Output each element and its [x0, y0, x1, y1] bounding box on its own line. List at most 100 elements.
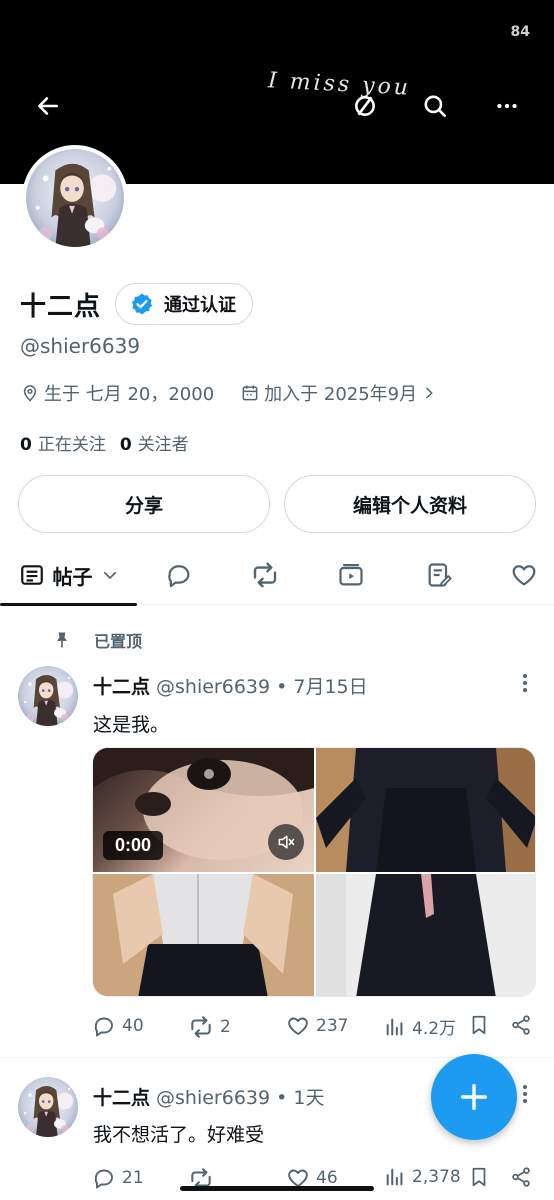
media-image-2[interactable] — [316, 748, 535, 872]
edit-profile-button[interactable]: 编辑个人资料 — [284, 475, 536, 533]
bookmark-icon — [472, 1167, 486, 1187]
post-action-bar: 21 46 2,378 — [92, 1166, 536, 1196]
views-button[interactable]: 2,378 — [384, 1166, 461, 1188]
name-row: 十二点 通过认证 — [20, 283, 254, 325]
post-media-grid: 0:00 — [92, 747, 536, 997]
joined-text: 加入于 2025年9月 — [264, 384, 418, 405]
tab-likes[interactable] — [506, 557, 542, 593]
post-header: 十二点 @shier6639 • 1天 — [93, 1083, 324, 1110]
display-name: 十二点 — [20, 291, 102, 322]
tab-reposts[interactable] — [247, 557, 283, 593]
post-avatar[interactable] — [18, 666, 78, 726]
article-icon — [428, 563, 452, 587]
more-horizontal-icon — [497, 103, 517, 109]
like-icon — [288, 1017, 308, 1035]
reply-count: 40 — [122, 1016, 144, 1036]
like-button[interactable]: 237 — [286, 1014, 348, 1038]
tab-articles[interactable] — [421, 557, 457, 593]
post-author-name[interactable]: 十二点 — [93, 672, 150, 699]
birthday-item: 生于 七月 20，2000 — [20, 380, 214, 406]
chevron-down-icon — [103, 571, 116, 580]
post-text: 我不想活了。好难受 — [93, 1124, 265, 1146]
tab-posts[interactable]: 帖子 — [0, 545, 137, 606]
tab-replies[interactable] — [161, 557, 197, 593]
location-pin-icon — [23, 385, 37, 402]
media-image-4[interactable] — [316, 874, 535, 996]
like-count: 237 — [316, 1016, 349, 1036]
profile-tabs: 帖子 — [0, 545, 554, 606]
speaker-muted-icon — [278, 835, 295, 849]
post-handle-date: @shier6639 • 7月15日 — [156, 676, 368, 698]
followers-label: 关注者 — [137, 435, 189, 455]
home-indicator[interactable] — [180, 1186, 374, 1191]
following-label: 正在关注 — [37, 435, 106, 455]
profile-meta: 生于 七月 20，2000 加入于 2025年9月 — [20, 380, 437, 406]
reply-icon — [168, 565, 190, 588]
circle-slash-icon — [355, 96, 375, 116]
birthday-text: 生于 七月 20，2000 — [44, 384, 215, 405]
share-post-button[interactable] — [510, 1014, 532, 1036]
back-button[interactable] — [28, 86, 68, 126]
tab-indicator — [0, 603, 137, 606]
post-author-name[interactable]: 十二点 — [93, 1083, 150, 1110]
chevron-right-icon — [426, 387, 433, 399]
post-header: 十二点 @shier6639 • 7月15日 — [93, 672, 368, 699]
bookmark-button[interactable] — [468, 1014, 490, 1036]
media-image-3[interactable] — [93, 874, 314, 996]
views-chart-icon — [386, 1168, 403, 1186]
following-count: 0 — [20, 435, 32, 455]
profile-handle: @shier6639 — [20, 334, 141, 358]
repost-icon — [253, 562, 277, 588]
plus-icon — [460, 1083, 488, 1111]
share-icon — [512, 1015, 530, 1035]
calendar-icon — [242, 385, 258, 401]
video-timestamp: 0:00 — [103, 831, 164, 860]
post-avatar[interactable] — [18, 1077, 78, 1137]
share-icon — [512, 1167, 530, 1187]
bookmark-button[interactable] — [468, 1166, 490, 1188]
following-stat[interactable]: 0 正在关注 — [20, 430, 106, 455]
post-action-bar: 40 2 237 4.2万 — [92, 1014, 536, 1044]
repost-button[interactable]: 2 — [188, 1014, 231, 1040]
compose-button[interactable] — [431, 1054, 517, 1140]
followers-count: 0 — [119, 435, 132, 455]
reply-icon — [94, 1169, 113, 1189]
posts-icon — [20, 565, 43, 585]
joined-item[interactable]: 加入于 2025年9月 — [240, 380, 437, 406]
repost-icon — [191, 1016, 211, 1038]
media-video[interactable]: 0:00 — [93, 748, 314, 872]
arrow-left-icon — [38, 97, 58, 115]
post-text: 这是我。 — [93, 714, 170, 736]
share-button[interactable]: 分享 — [18, 475, 270, 533]
views-button[interactable]: 4.2万 — [384, 1014, 456, 1039]
profile-avatar[interactable] — [22, 145, 128, 251]
status-bar-number: 84 — [510, 24, 530, 40]
bookmark-icon — [472, 1015, 486, 1035]
post-more-button[interactable] — [522, 674, 528, 692]
get-verified-label: 通过认证 — [164, 295, 237, 316]
reply-button[interactable]: 40 — [92, 1014, 144, 1038]
pinned-indicator: 已置顶 — [52, 628, 142, 652]
gif-button[interactable] — [345, 86, 385, 126]
reply-count: 21 — [122, 1168, 144, 1188]
share-post-button[interactable] — [510, 1166, 532, 1188]
search-icon — [424, 95, 447, 118]
tab-posts-label: 帖子 — [52, 564, 93, 589]
search-button[interactable] — [415, 86, 455, 126]
followers-stat[interactable]: 0 关注者 — [120, 430, 189, 455]
get-verified-button[interactable]: 通过认证 — [115, 283, 254, 325]
post-handle-date: @shier6639 • 1天 — [156, 1087, 325, 1109]
pin-icon — [57, 632, 67, 648]
more-button[interactable] — [487, 86, 527, 126]
profile-actions: 分享 编辑个人资料 — [18, 475, 536, 533]
reply-icon — [94, 1017, 113, 1037]
like-icon — [512, 565, 536, 586]
mute-button[interactable] — [268, 824, 304, 860]
post-more-button[interactable] — [522, 1085, 528, 1103]
reply-button[interactable]: 21 — [92, 1166, 144, 1190]
like-count: 46 — [316, 1168, 338, 1188]
view-count: 4.2万 — [412, 1019, 457, 1039]
video-icon — [339, 563, 363, 586]
tab-videos[interactable] — [333, 557, 369, 593]
view-count: 2,378 — [412, 1167, 461, 1187]
